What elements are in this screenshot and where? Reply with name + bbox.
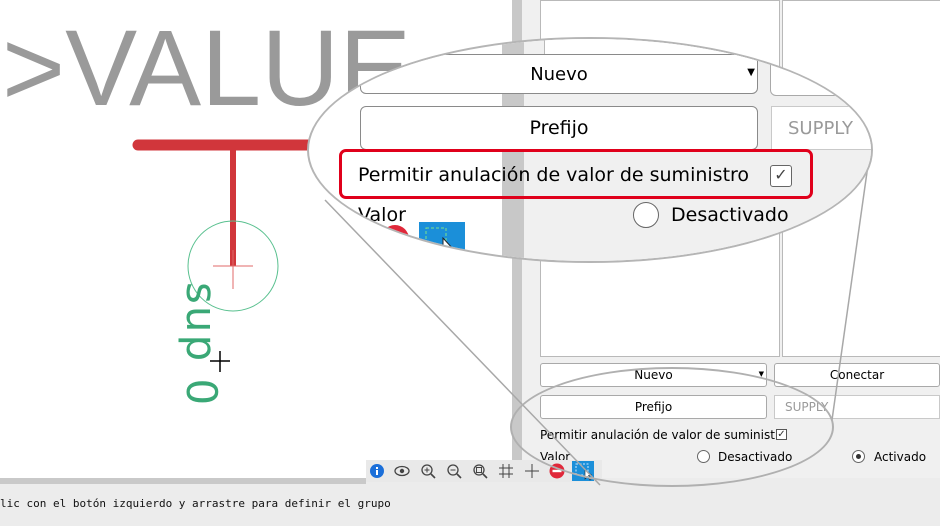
lens-prefijo-label: Prefijo [529, 117, 589, 139]
eye-icon[interactable] [394, 463, 410, 479]
status-message: lic con el botón izquierdo y arrastre pa… [0, 497, 391, 510]
activado-radio[interactable] [852, 450, 865, 463]
zoom-out-icon[interactable] [446, 463, 462, 479]
conectar-label: Conectar [829, 368, 885, 382]
lens-supply-value: SUPPLY [788, 117, 853, 139]
conectar-button[interactable]: Conectar [774, 363, 940, 387]
info-icon[interactable] [369, 463, 385, 479]
lens-valor-label: Valor [358, 204, 406, 226]
highlight-callout [339, 149, 813, 199]
grid-icon[interactable] [498, 463, 514, 479]
lens-chevron-down-icon: ▼ [747, 67, 755, 78]
crosshair-icon[interactable] [524, 463, 540, 479]
horizontal-scrollbar[interactable] [0, 478, 366, 484]
lens-prefijo-button: Prefijo [360, 106, 758, 150]
lens-desactivado-radio [633, 202, 659, 228]
status-bar: lic con el botón izquierdo y arrastre pa… [0, 478, 940, 526]
lens-supply-field: SUPPLY [771, 106, 871, 150]
lens-nuevo-label: Nuevo [530, 63, 588, 85]
zoom-source-ring [510, 367, 834, 487]
pin-label: sup 0 [177, 282, 226, 408]
zoom-in-icon[interactable] [420, 463, 436, 479]
zoom-fit-icon[interactable] [472, 463, 488, 479]
lens-stop-icon [381, 225, 409, 253]
lens-conectar-button [770, 54, 871, 96]
lens-nuevo-dropdown: Nuevo ▼ [360, 54, 758, 94]
activado-label: Activado [874, 450, 927, 464]
lens-desactivado-label: Desactivado [671, 204, 789, 226]
lens-select-group-icon [419, 222, 465, 261]
